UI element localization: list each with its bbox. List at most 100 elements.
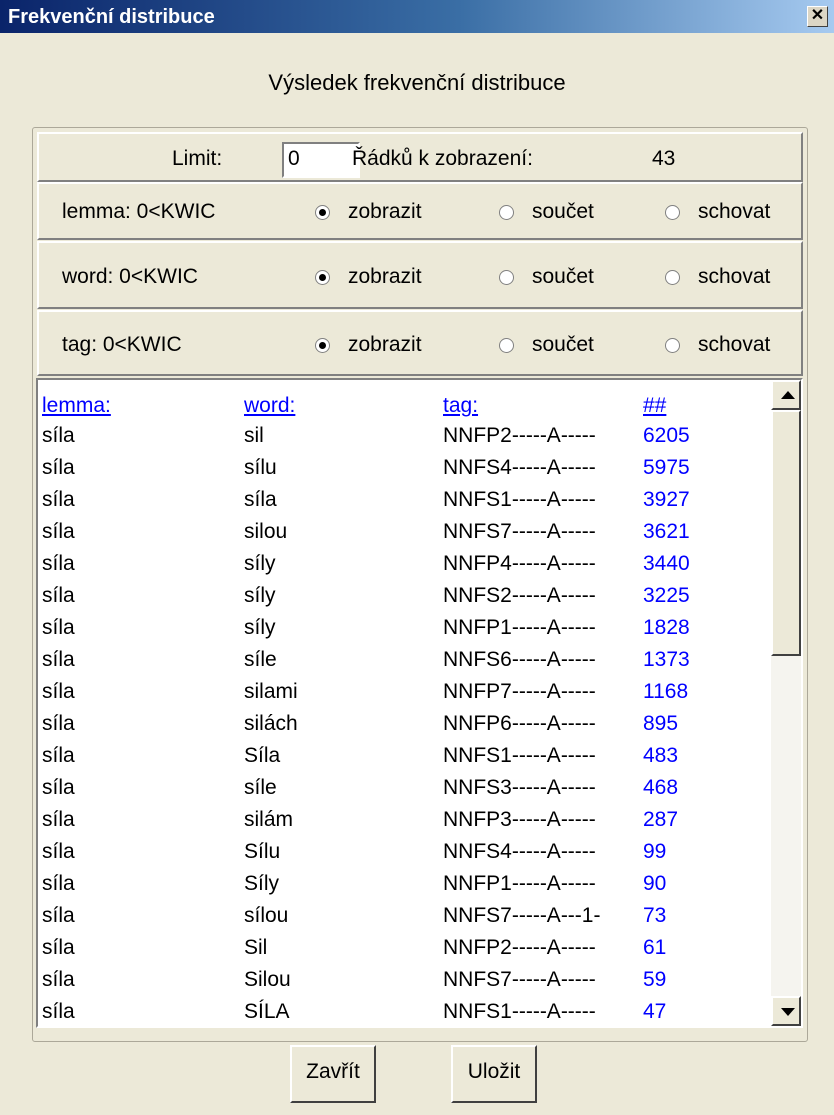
cell-lemma: síla bbox=[42, 648, 75, 671]
cell-word: síly bbox=[244, 552, 276, 575]
word-show-label[interactable]: zobrazit bbox=[348, 265, 422, 289]
cell-lemma: síla bbox=[42, 808, 75, 831]
tag-show-radio[interactable] bbox=[315, 338, 330, 353]
cell-count: 483 bbox=[643, 744, 679, 767]
cell-word: SÍLA bbox=[244, 1000, 290, 1023]
cell-lemma: síla bbox=[42, 936, 75, 959]
cell-count: 3621 bbox=[643, 520, 690, 543]
cell-tag: NNFS7-----A----- bbox=[443, 968, 596, 991]
cell-word: Silou bbox=[244, 968, 291, 991]
cell-lemma: síla bbox=[42, 776, 75, 799]
cell-count: 895 bbox=[643, 712, 679, 735]
tag-hide-label[interactable]: schovat bbox=[698, 333, 770, 357]
lemma-sum-label[interactable]: součet bbox=[532, 200, 594, 224]
word-sum-radio[interactable] bbox=[499, 270, 514, 285]
limit-input[interactable]: 0 bbox=[282, 142, 360, 178]
scroll-up-button[interactable] bbox=[771, 380, 801, 410]
arrow-up-icon bbox=[781, 391, 795, 399]
lemma-show-radio[interactable] bbox=[315, 205, 330, 220]
rows-to-display-label: Řádků k zobrazení: bbox=[352, 147, 533, 170]
tag-hide-radio[interactable] bbox=[665, 338, 680, 353]
lemma-hide-label[interactable]: schovat bbox=[698, 200, 770, 224]
cell-word: Sil bbox=[244, 936, 268, 959]
cell-count: 73 bbox=[643, 904, 667, 927]
cell-word: Síly bbox=[244, 872, 280, 895]
cell-tag: NNFS7-----A----- bbox=[443, 520, 596, 543]
cell-count: 6205 bbox=[643, 424, 690, 447]
lemma-hide-radio[interactable] bbox=[665, 205, 680, 220]
cell-tag: NNFP6-----A----- bbox=[443, 712, 596, 735]
cell-count: 3440 bbox=[643, 552, 690, 575]
cell-word: síly bbox=[244, 616, 276, 639]
tag-show-label[interactable]: zobrazit bbox=[348, 333, 422, 357]
cell-lemma: síla bbox=[42, 904, 75, 927]
cell-count: 61 bbox=[643, 936, 667, 959]
cell-lemma: síla bbox=[42, 456, 75, 479]
cell-count: 47 bbox=[643, 1000, 667, 1023]
cell-tag: NNFS6-----A----- bbox=[443, 648, 596, 671]
cell-count: 5975 bbox=[643, 456, 690, 479]
word-group-label: word: 0<KWIC bbox=[62, 265, 198, 288]
limit-row: Limit: 0 Řádků k zobrazení: 43 bbox=[37, 132, 803, 182]
cell-lemma: síla bbox=[42, 680, 75, 703]
cell-lemma: síla bbox=[42, 1000, 75, 1023]
cell-count: 90 bbox=[643, 872, 667, 895]
word-group: word: 0<KWIC zobrazit součet schovat bbox=[37, 241, 803, 309]
title-bar[interactable]: Frekvenční distribuce ✕ bbox=[0, 0, 834, 33]
cell-lemma: síla bbox=[42, 712, 75, 735]
cell-tag: NNFS1-----A----- bbox=[443, 488, 596, 511]
cell-tag: NNFP2-----A----- bbox=[443, 424, 596, 447]
cell-lemma: síla bbox=[42, 552, 75, 575]
scroll-thumb[interactable] bbox=[771, 410, 801, 656]
cell-word: Síla bbox=[244, 744, 281, 767]
cell-word: silám bbox=[244, 808, 294, 831]
limit-label: Limit: bbox=[172, 147, 223, 170]
cell-lemma: síla bbox=[42, 840, 75, 863]
cell-tag: NNFS7-----A---1- bbox=[443, 904, 601, 927]
save-button[interactable]: Uložit bbox=[451, 1045, 537, 1103]
cell-tag: NNFP3-----A----- bbox=[443, 808, 596, 831]
cell-count: 287 bbox=[643, 808, 679, 831]
cell-count: 468 bbox=[643, 776, 679, 799]
close-button[interactable]: Zavřít bbox=[290, 1045, 376, 1103]
lemma-show-label[interactable]: zobrazit bbox=[348, 200, 422, 224]
cell-word: Sílu bbox=[244, 840, 281, 863]
cell-tag: NNFS1-----A----- bbox=[443, 744, 596, 767]
cell-lemma: síla bbox=[42, 424, 75, 447]
cell-count: 1373 bbox=[643, 648, 690, 671]
cell-lemma: síla bbox=[42, 872, 75, 895]
cell-tag: NNFP2-----A----- bbox=[443, 936, 596, 959]
frequency-distribution-window: Frekvenční distribuce ✕ Výsledek frekven… bbox=[0, 0, 834, 1115]
cell-count: 1168 bbox=[643, 680, 689, 703]
close-icon[interactable]: ✕ bbox=[807, 6, 828, 27]
cell-word: síle bbox=[244, 776, 277, 799]
word-hide-radio[interactable] bbox=[665, 270, 680, 285]
column-header-tag[interactable]: tag: bbox=[443, 394, 478, 418]
word-sum-label[interactable]: součet bbox=[532, 265, 594, 289]
cell-tag: NNFS4-----A----- bbox=[443, 840, 596, 863]
column-header-count[interactable]: ## bbox=[643, 394, 666, 418]
cell-lemma: síla bbox=[42, 968, 75, 991]
column-header-word[interactable]: word: bbox=[244, 394, 295, 418]
tag-sum-radio[interactable] bbox=[499, 338, 514, 353]
cell-lemma: síla bbox=[42, 584, 75, 607]
results-listbox[interactable]: lemma: word: tag: ## síla sil NNFP2-----A-… bbox=[36, 378, 803, 1028]
cell-tag: NNFP1-----A----- bbox=[443, 872, 596, 895]
word-show-radio[interactable] bbox=[315, 270, 330, 285]
cell-word: sílu bbox=[244, 456, 277, 479]
vertical-scrollbar[interactable] bbox=[771, 380, 801, 1026]
scroll-down-button[interactable] bbox=[771, 996, 801, 1026]
tag-group-label: tag: 0<KWIC bbox=[62, 333, 182, 356]
cell-tag: NNFS3-----A----- bbox=[443, 776, 596, 799]
cell-lemma: síla bbox=[42, 520, 75, 543]
cell-count: 59 bbox=[643, 968, 667, 991]
column-header-lemma[interactable]: lemma: bbox=[42, 394, 111, 418]
lemma-sum-radio[interactable] bbox=[499, 205, 514, 220]
tag-sum-label[interactable]: součet bbox=[532, 333, 594, 357]
cell-word: sil bbox=[244, 424, 264, 447]
cell-word: síla bbox=[244, 488, 277, 511]
cell-word: silách bbox=[244, 712, 298, 735]
word-hide-label[interactable]: schovat bbox=[698, 265, 770, 289]
arrow-down-icon bbox=[781, 1008, 795, 1016]
cell-tag: NNFP4-----A----- bbox=[443, 552, 596, 575]
